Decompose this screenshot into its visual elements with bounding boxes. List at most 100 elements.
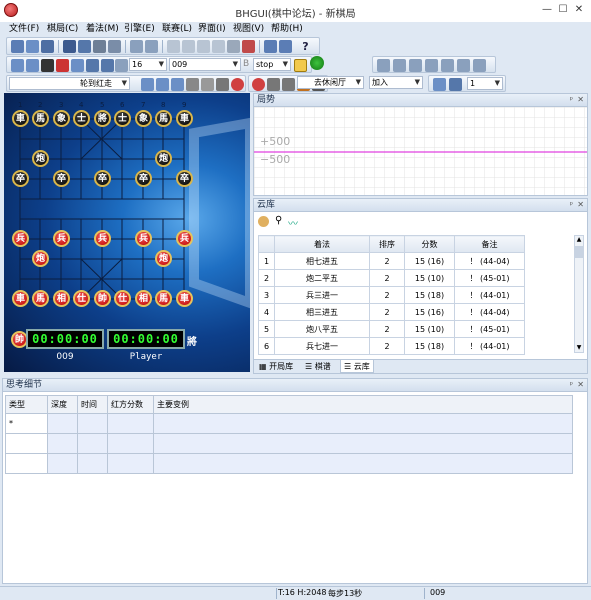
piece-red-cannon[interactable]: 炮	[32, 250, 49, 267]
pin-icon[interactable]: ᵖ	[570, 94, 573, 106]
menu-interface[interactable]: 界面(I)	[195, 22, 229, 36]
layout-4-icon[interactable]	[425, 59, 438, 72]
col-main-line[interactable]: 主要变例	[153, 395, 573, 414]
undo-icon[interactable]	[227, 40, 240, 53]
connect-icon[interactable]	[310, 56, 324, 70]
piece-red-elephant[interactable]: 相	[53, 290, 70, 307]
table-row[interactable]	[5, 453, 573, 474]
tab-game-record[interactable]: ☰ 棋谱	[302, 360, 334, 373]
col-time[interactable]: 时间	[77, 395, 108, 414]
piece-black-horse[interactable]: 馬	[155, 110, 172, 127]
piece-red-soldier[interactable]: 兵	[135, 230, 152, 247]
prev-move-icon[interactable]	[182, 40, 195, 53]
piece-black-horse[interactable]: 馬	[32, 110, 49, 127]
image-icon[interactable]	[201, 78, 214, 91]
piece-red-advisor[interactable]: 仕	[114, 290, 131, 307]
layout-7-icon[interactable]	[473, 59, 486, 72]
turn-select[interactable]: 轮到红走 ▼	[9, 77, 130, 90]
col-red-score[interactable]: 红方分数	[107, 395, 154, 414]
save-icon[interactable]	[41, 40, 54, 53]
piece-black-elephant[interactable]: 象	[53, 110, 70, 127]
menu-league[interactable]: 联赛(L)	[159, 22, 195, 36]
cut-icon[interactable]	[186, 78, 199, 91]
join-select[interactable]: 加入 ▼	[369, 76, 423, 89]
close-icon[interactable]: ✕	[577, 379, 584, 391]
piece-black-general[interactable]: 將	[94, 110, 111, 127]
menu-moves[interactable]: 着法(M)	[83, 22, 122, 36]
engine-settings-icon[interactable]	[26, 59, 39, 72]
layout-5-icon[interactable]	[441, 59, 454, 72]
pin-icon[interactable]: ᵖ	[570, 379, 573, 391]
menu-help[interactable]: 帮助(H)	[268, 22, 306, 36]
copy-icon[interactable]	[93, 40, 106, 53]
help-icon[interactable]: ?	[299, 40, 312, 53]
close-icon[interactable]: ✕	[577, 199, 584, 211]
options-icon[interactable]	[264, 40, 277, 53]
engine-run-icon[interactable]	[294, 59, 307, 72]
piece-red-chariot[interactable]: 車	[176, 290, 193, 307]
download-icon[interactable]	[449, 78, 462, 91]
piece-red-elephant[interactable]: 相	[135, 290, 152, 307]
piece-red-soldier[interactable]: 兵	[12, 230, 29, 247]
next-move-icon[interactable]	[197, 40, 210, 53]
last-move-icon[interactable]	[212, 40, 225, 53]
piece-black-soldier[interactable]: 卒	[94, 170, 111, 187]
film-icon[interactable]	[216, 78, 229, 91]
maximize-icon[interactable]: ☐	[556, 4, 570, 16]
close-icon[interactable]: ✕	[577, 94, 584, 106]
piece-red-cannon[interactable]: 炮	[155, 250, 172, 267]
piece-red-horse[interactable]: 馬	[155, 290, 172, 307]
flip-icon[interactable]	[130, 40, 143, 53]
layout-6-icon[interactable]	[457, 59, 470, 72]
trend-icon[interactable]: 〰	[288, 215, 298, 230]
open-icon[interactable]	[26, 40, 39, 53]
piece-red-general[interactable]: 帥	[94, 290, 111, 307]
piece-black-advisor[interactable]: 士	[114, 110, 131, 127]
stop-select[interactable]: stop ▼	[253, 58, 291, 71]
record-icon[interactable]	[231, 78, 244, 91]
piece-red-soldier[interactable]: 兵	[94, 230, 111, 247]
search-icon[interactable]	[101, 59, 114, 72]
first-move-icon[interactable]	[167, 40, 180, 53]
layout-3-icon[interactable]	[409, 59, 422, 72]
board-icon[interactable]	[63, 40, 76, 53]
minimize-icon[interactable]: —	[540, 4, 554, 16]
piece-black-advisor[interactable]: 士	[73, 110, 90, 127]
depth-select[interactable]: 16 ▼	[129, 58, 167, 71]
piece-red-soldier[interactable]: 兵	[53, 230, 70, 247]
user-icon[interactable]	[156, 78, 169, 91]
monitor-icon[interactable]	[41, 59, 54, 72]
piece-black-soldier[interactable]: 卒	[53, 170, 70, 187]
menu-view[interactable]: 视图(V)	[230, 22, 267, 36]
col-type[interactable]: 类型	[5, 395, 48, 414]
delete-icon[interactable]	[242, 40, 255, 53]
board-style-icon[interactable]	[267, 78, 280, 91]
print-icon[interactable]	[78, 40, 91, 53]
table-row[interactable]: 5 炮八平五 2 15 (10)！ (45-01)	[258, 320, 574, 338]
tab-cloud[interactable]: ☰ 云库	[340, 360, 374, 373]
piece-black-soldier[interactable]: 卒	[176, 170, 193, 187]
layout-2-icon[interactable]	[393, 59, 406, 72]
tab-opening-book[interactable]: ▦ 开局库	[256, 360, 296, 373]
col-move[interactable]: 着法	[274, 235, 370, 253]
piece-black-soldier[interactable]: 卒	[135, 170, 152, 187]
table-row[interactable]: 4 相三进五 2 15 (16)！ (44-04)	[258, 303, 574, 321]
engine-select[interactable]: 009 ▼	[169, 58, 241, 71]
red-flag-icon[interactable]	[56, 59, 69, 72]
league-icon[interactable]	[141, 78, 154, 91]
hint-icon[interactable]	[71, 59, 84, 72]
piece-black-cannon[interactable]: 炮	[32, 150, 49, 167]
piece-red-soldier[interactable]: 兵	[176, 230, 193, 247]
edit-icon[interactable]	[145, 40, 158, 53]
piece-red-advisor[interactable]: 仕	[73, 290, 90, 307]
search-icon[interactable]: ⚲	[275, 215, 282, 226]
badge-icon[interactable]	[252, 78, 265, 91]
piece-style-icon[interactable]	[282, 78, 295, 91]
new-icon[interactable]	[11, 40, 24, 53]
b-icon[interactable]: B	[243, 59, 253, 69]
menu-file[interactable]: 文件(F)	[6, 22, 42, 36]
refresh-icon[interactable]	[258, 216, 269, 227]
table-row[interactable]: 3 兵三进一 2 15 (18)！ (44-01)	[258, 286, 574, 304]
room-select[interactable]: 去休闲厅 ▼	[297, 76, 364, 89]
grid-icon[interactable]	[433, 78, 446, 91]
